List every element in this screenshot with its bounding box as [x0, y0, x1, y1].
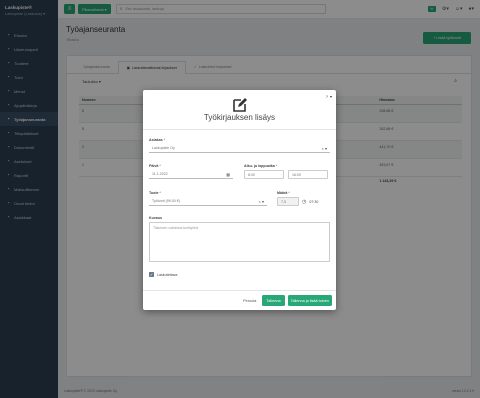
save-button[interactable]: Tallenna	[262, 295, 285, 306]
save-and-add-another-button[interactable]: Tallenna ja lisää toinen	[287, 295, 332, 306]
check-icon: ✓	[149, 272, 154, 277]
modal-footer: Peruuta Tallenna Tallenna ja lisää toine…	[143, 290, 336, 310]
cancel-button[interactable]: Peruuta	[240, 299, 259, 303]
start-time-input[interactable]: 8:00	[244, 170, 284, 179]
product-field: Tuote * Työtunti (99,00 €) × ▾	[149, 191, 267, 206]
help-icon[interactable]: ?	[326, 94, 328, 99]
billable-checkbox[interactable]: ✓ Laskutettava	[149, 272, 177, 277]
product-select[interactable]: Työtunti (99,00 €) × ▾	[149, 197, 267, 206]
date-field: Päivä * 11.1.2022 ▦	[149, 164, 233, 179]
close-icon[interactable]: ▾	[330, 94, 332, 99]
clear-chevron-icon[interactable]: × ▾	[322, 146, 327, 151]
calendar-icon[interactable]: ▦	[226, 172, 230, 177]
description-textarea[interactable]: Tilauksen valmistus tuntityönä	[149, 222, 330, 262]
description-field: Kuvaus Tilauksen valmistus tuntityönä	[149, 216, 330, 262]
duration-value: 07:30	[309, 199, 319, 204]
quantity-field: Määrä * 7,5 ◷ 07:30	[277, 191, 319, 206]
customer-field: Asiakas * Laskupiste Oy × ▾	[149, 138, 330, 153]
end-time-input[interactable]: 16:00	[288, 170, 328, 179]
billable-label: Laskutettava	[157, 272, 178, 277]
time-range-field: Alku- ja loppuaika * 8:00 16:00	[244, 164, 330, 179]
edit-icon	[232, 98, 247, 112]
clock-icon: ◷	[302, 198, 307, 205]
quantity-input[interactable]: 7,5	[277, 197, 299, 206]
modal-title: Työkirjauksen lisäys	[203, 113, 276, 122]
customer-select[interactable]: Laskupiste Oy × ▾	[149, 144, 330, 153]
clear-chevron-icon[interactable]: × ▾	[259, 199, 264, 204]
date-input[interactable]: 11.1.2022 ▦	[149, 170, 233, 179]
